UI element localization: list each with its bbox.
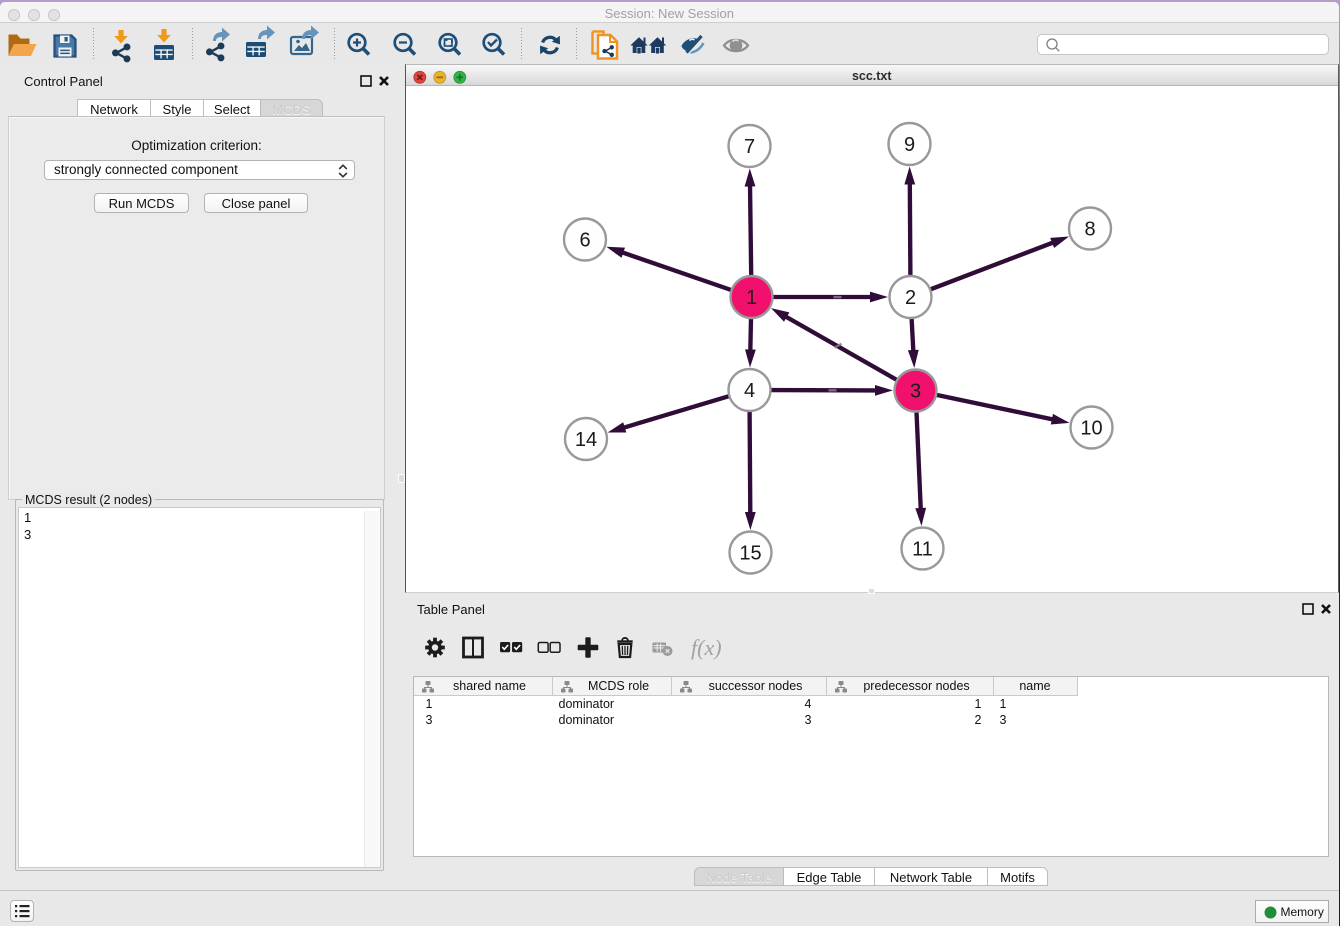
svg-text:6: 6 bbox=[579, 230, 590, 252]
svg-text:7: 7 bbox=[743, 136, 754, 158]
svg-text:4: 4 bbox=[743, 380, 754, 402]
svg-text:10: 10 bbox=[1080, 418, 1102, 440]
svg-text:8: 8 bbox=[1084, 219, 1095, 241]
svg-text:1: 1 bbox=[745, 287, 756, 309]
svg-text:14: 14 bbox=[574, 429, 596, 451]
svg-text:9: 9 bbox=[903, 134, 914, 156]
svg-text:15: 15 bbox=[739, 543, 761, 565]
svg-text:11: 11 bbox=[912, 539, 933, 561]
svg-text:3: 3 bbox=[909, 381, 920, 403]
svg-text:f(x): f(x) bbox=[691, 635, 722, 660]
svg-text:2: 2 bbox=[904, 287, 915, 309]
